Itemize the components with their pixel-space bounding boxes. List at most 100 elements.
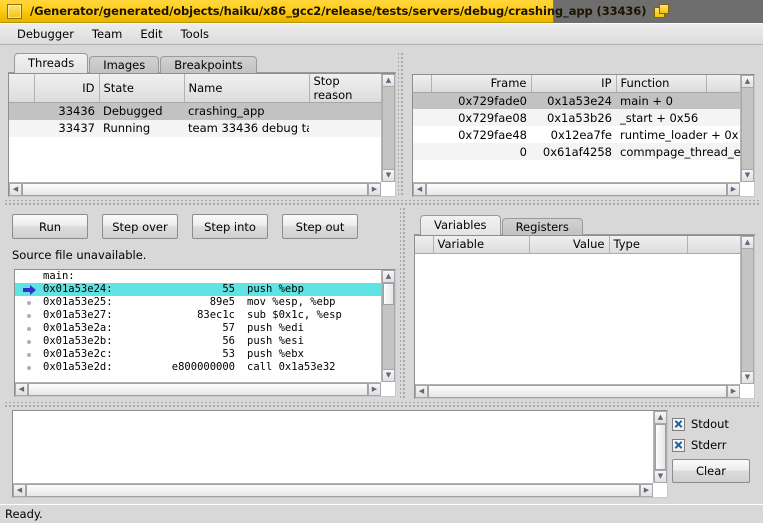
scroll-down-icon[interactable]: ▼ [741, 169, 754, 182]
threads-table-container: ID State Name Stop reason 33436 Debugged… [8, 73, 396, 197]
scroll-right-icon[interactable]: ▶ [640, 484, 653, 497]
threads-horizontal-scrollbar[interactable]: ◀ ▶ [9, 182, 381, 196]
run-button[interactable]: Run [12, 214, 88, 239]
disassembly-vertical-scrollbar[interactable]: ▲ ▼ [381, 270, 395, 382]
bottom-vertical-splitter[interactable] [400, 207, 407, 399]
scroll-right-icon[interactable]: ▶ [727, 385, 740, 398]
th-var-type[interactable]: Type [609, 236, 688, 254]
scroll-up-icon[interactable]: ▲ [654, 411, 667, 424]
th-stack-frame[interactable]: Frame [431, 75, 532, 93]
scroll-down-icon[interactable]: ▼ [741, 371, 754, 384]
scroll-up-icon[interactable]: ▲ [382, 74, 395, 87]
disassembly-line[interactable]: 0x01a53e25: 89e5 mov %esp, %ebp [15, 296, 381, 309]
breakpoint-dot-icon[interactable] [15, 352, 43, 357]
tab-breakpoints[interactable]: Breakpoints [160, 56, 257, 73]
menu-tools[interactable]: Tools [172, 25, 218, 43]
scroll-down-icon[interactable]: ▼ [382, 169, 395, 182]
breakpoint-dot-icon[interactable] [15, 365, 43, 370]
breakpoint-dot-icon[interactable] [15, 326, 43, 331]
console-vertical-scrollbar[interactable]: ▲ ▼ [653, 411, 667, 483]
tab-registers[interactable]: Registers [501, 218, 583, 235]
scroll-up-icon[interactable]: ▲ [741, 75, 754, 88]
scroll-left-icon[interactable]: ◀ [413, 183, 426, 196]
clear-button[interactable]: Clear [672, 459, 750, 483]
disassembly-line[interactable]: 0x01a53e27: 83ec1c sub $0x1c, %esp [15, 309, 381, 322]
window-title-tab[interactable]: /Generator/generated/objects/haiku/x86_g… [0, 0, 670, 23]
breakpoint-dot-icon[interactable] [15, 300, 43, 305]
table-row[interactable]: 33436 Debugged crashing_app [9, 102, 381, 120]
disassembly-line[interactable]: 0x01a53e2b: 56 push %esi [15, 335, 381, 348]
scroll-left-icon[interactable]: ◀ [9, 183, 22, 196]
breakpoint-dot-icon[interactable] [15, 313, 43, 318]
scroll-left-icon[interactable]: ◀ [415, 385, 428, 398]
scroll-down-icon[interactable]: ▼ [382, 369, 395, 382]
scroll-left-icon[interactable]: ◀ [13, 484, 26, 497]
checkbox-icon[interactable] [672, 438, 685, 452]
th-stack-extra[interactable] [706, 75, 740, 93]
disassembly-line-current[interactable]: 0x01a53e24: 55 push %ebp [15, 283, 381, 296]
middle-horizontal-splitter[interactable] [4, 200, 759, 207]
disassembly-line[interactable]: 0x01a53e2a: 57 push %edi [15, 322, 381, 335]
top-vertical-splitter[interactable] [398, 52, 405, 197]
variables-horizontal-scrollbar[interactable]: ◀ ▶ [415, 384, 740, 398]
scroll-left-icon[interactable]: ◀ [15, 383, 28, 396]
console-output[interactable]: ▲ ▼ ◀ ▶ [12, 410, 668, 498]
cell-mark [9, 119, 34, 137]
close-box-icon[interactable] [7, 3, 22, 19]
th-threads-mark[interactable] [9, 74, 35, 103]
th-var-mark[interactable] [415, 236, 434, 254]
threads-vertical-scrollbar[interactable]: ▲ ▼ [381, 74, 395, 182]
variables-vertical-scrollbar[interactable]: ▲ ▼ [740, 236, 754, 384]
scroll-right-icon[interactable]: ▶ [727, 183, 740, 196]
table-row[interactable]: 0x729fade0 0x1a53e24 main + 0 [413, 92, 740, 109]
checkbox-icon[interactable] [672, 417, 685, 431]
table-row[interactable]: 0x729fae08 0x1a53b26 _start + 0x56 [413, 109, 740, 126]
th-stack-ip[interactable]: IP [531, 75, 617, 93]
th-var-extra[interactable] [687, 236, 740, 254]
th-var-variable[interactable]: Variable [433, 236, 530, 254]
current-instruction-arrow-icon [15, 284, 43, 295]
menu-edit[interactable]: Edit [131, 25, 171, 43]
th-var-value[interactable]: Value [529, 236, 610, 254]
stdout-checkbox[interactable]: Stdout [672, 417, 752, 431]
step-into-button[interactable]: Step into [192, 214, 268, 239]
variables-panel: Variables Registers Variable Value Type [414, 214, 755, 399]
stack-vertical-scrollbar[interactable]: ▲ ▼ [740, 75, 754, 182]
scroll-down-icon[interactable]: ▼ [654, 470, 667, 483]
console-horizontal-scrollbar[interactable]: ◀ ▶ [13, 483, 653, 497]
table-row[interactable]: 33437 Running team 33436 debug task [9, 119, 381, 137]
disassembly-horizontal-scrollbar[interactable]: ◀ ▶ [15, 382, 381, 396]
table-row[interactable]: 0x729fae48 0x12ea7fe runtime_loader + 0x… [413, 126, 740, 143]
th-threads-stop-reason[interactable]: Stop reason [309, 74, 381, 103]
stack-table-container: Frame IP Function 0x729fade0 0x1a53e24 m… [412, 74, 755, 197]
stack-horizontal-scrollbar[interactable]: ◀ ▶ [413, 182, 740, 196]
tab-images[interactable]: Images [89, 56, 160, 73]
zoom-box-icon[interactable] [654, 4, 670, 18]
th-threads-name[interactable]: Name [184, 74, 310, 103]
console-horizontal-splitter[interactable] [4, 402, 759, 409]
th-stack-function[interactable]: Function [616, 75, 707, 93]
disassembly-view[interactable]: main: 0x01a53e24: 55 push %ebp 0x01a53e2… [14, 269, 396, 397]
th-threads-state[interactable]: State [99, 74, 185, 103]
stderr-checkbox[interactable]: Stderr [672, 438, 752, 452]
step-over-button[interactable]: Step over [102, 214, 178, 239]
scroll-up-icon[interactable]: ▲ [741, 236, 754, 249]
menu-team[interactable]: Team [83, 25, 131, 43]
th-threads-id[interactable]: ID [34, 74, 100, 103]
disassembly-line[interactable]: 0x01a53e2c: 53 push %ebx [15, 348, 381, 361]
menu-debugger[interactable]: Debugger [8, 25, 83, 43]
tab-threads[interactable]: Threads [14, 53, 89, 73]
threads-table-header: ID State Name Stop reason [9, 74, 381, 103]
scroll-right-icon[interactable]: ▶ [368, 183, 381, 196]
breakpoint-dot-icon[interactable] [15, 339, 43, 344]
tab-variables[interactable]: Variables [420, 215, 501, 235]
scroll-right-icon[interactable]: ▶ [368, 383, 381, 396]
th-stack-mark[interactable] [413, 75, 432, 93]
cell-state: Running [99, 119, 184, 137]
scroll-up-icon[interactable]: ▲ [382, 270, 395, 283]
disassembly-line[interactable]: 0x01a53e2d: e800000000 call 0x1a53e32 [15, 361, 381, 374]
stack-table-header: Frame IP Function [413, 75, 740, 93]
console-controls: Stdout Stderr Clear [672, 417, 752, 483]
step-out-button[interactable]: Step out [282, 214, 358, 239]
table-row[interactable]: 0 0x61af4258 commpage_thread_exit + 0 [413, 143, 740, 160]
